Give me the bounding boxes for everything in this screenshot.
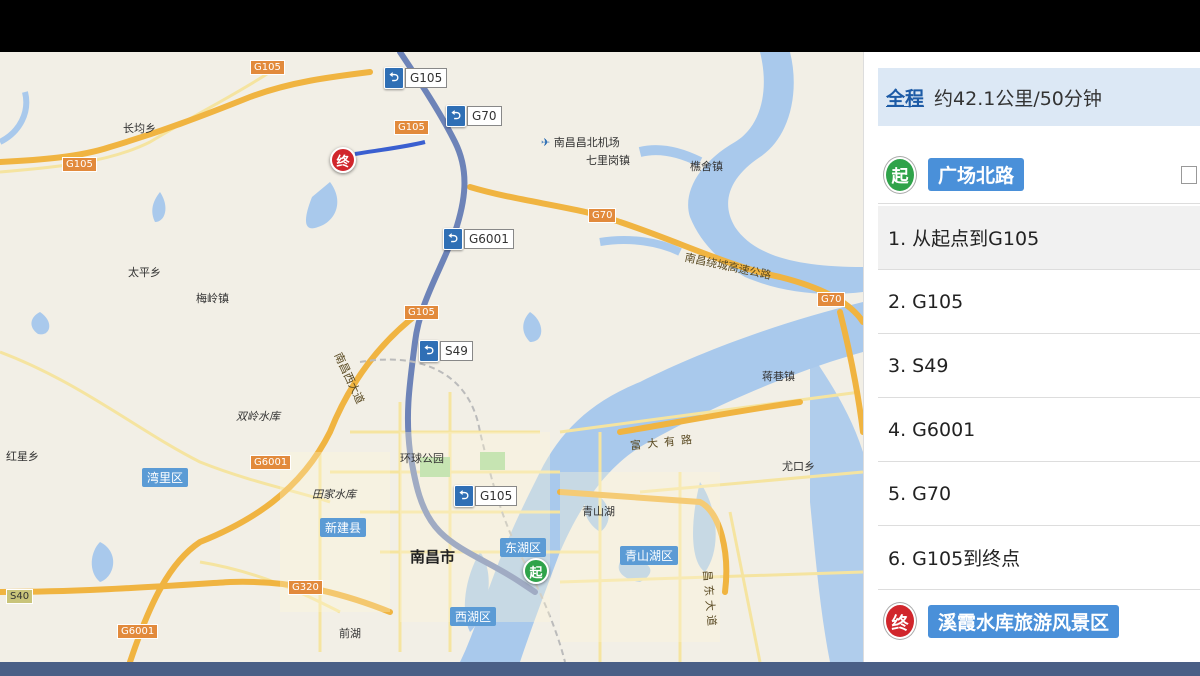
place-label: 七里岗镇 — [586, 154, 630, 167]
route-marker[interactable]: ⮌ G105 — [384, 67, 448, 89]
checkbox[interactable] — [1181, 165, 1197, 184]
airport-label: ✈ 南昌昌北机场 — [541, 134, 620, 150]
start-row[interactable]: 起 广场北路 — [878, 146, 1200, 204]
place-label: 太平乡 — [128, 266, 161, 279]
lake-label: 双岭水库 — [236, 410, 280, 423]
highway-shield: G320 — [288, 580, 323, 595]
highway-shield: G6001 — [117, 624, 159, 639]
highway-shield: G70 — [588, 208, 617, 223]
highway-shield: G6001 — [250, 455, 292, 470]
route-marker-label: G105 — [475, 486, 518, 506]
place-label: 尤口乡 — [782, 460, 815, 473]
route-marker-label: G6001 — [464, 229, 514, 249]
route-summary: 全程 约42.1公里/50分钟 — [878, 68, 1200, 126]
city-label: 南昌市 — [410, 548, 456, 566]
place-label: 梅岭镇 — [196, 292, 229, 305]
start-badge: 起 — [884, 156, 916, 193]
district-label: 新建县 — [320, 518, 367, 537]
airport-icon: ✈ — [541, 136, 554, 149]
route-step[interactable]: 4. G6001 — [878, 398, 1200, 462]
lake-label: 田家水库 — [312, 488, 356, 501]
top-black-bar — [0, 0, 1200, 52]
route-map[interactable]: 长均乡 太平乡 梅岭镇 红星乡 七里岗镇 樵舍镇 蒋巷镇 尤口乡 环球公园 青山… — [0, 52, 863, 662]
route-marker-label: G105 — [405, 68, 448, 88]
route-marker[interactable]: ⮌ G6001 — [443, 228, 514, 250]
start-marker[interactable]: 起 — [523, 558, 549, 584]
highway-shield: S40 — [6, 589, 34, 604]
airport-name: 南昌昌北机场 — [553, 136, 620, 149]
route-step[interactable]: 5. G70 — [878, 462, 1200, 526]
highway-shield: G105 — [250, 60, 285, 75]
highway-shield: G105 — [404, 305, 439, 320]
end-location[interactable]: 溪霞水库旅游风景区 — [928, 604, 1120, 638]
route-step[interactable]: 1. 从起点到G105 — [878, 206, 1200, 270]
route-marker-label: S49 — [440, 341, 473, 361]
turn-icon: ⮌ — [446, 105, 466, 127]
district-label: 西湖区 — [450, 607, 497, 626]
highway-shield: G70 — [817, 292, 846, 307]
turn-icon: ⮌ — [443, 228, 463, 250]
route-marker[interactable]: ⮌ G70 — [446, 105, 502, 127]
end-badge: 终 — [884, 603, 916, 639]
place-label: 红星乡 — [6, 450, 39, 463]
highway-shield: G105 — [62, 157, 97, 172]
start-location[interactable]: 广场北路 — [928, 158, 1025, 191]
route-end-segment — [354, 140, 426, 156]
end-marker[interactable]: 终 — [330, 147, 356, 173]
turn-icon: ⮌ — [384, 67, 404, 89]
turn-icon: ⮌ — [419, 340, 439, 362]
turn-icon: ⮌ — [454, 485, 474, 507]
district-label: 湾里区 — [142, 468, 189, 487]
highway-shield: G105 — [394, 120, 429, 135]
end-row[interactable]: 终 溪霞水库旅游风景区 — [878, 592, 1200, 650]
district-label: 东湖区 — [500, 538, 547, 557]
route-marker-label: G70 — [467, 106, 502, 126]
route-distance-time: 约42.1公里/50分钟 — [934, 87, 1102, 110]
directions-panel: 全程 约42.1公里/50分钟 起 广场北路 1. 从起点到G105 2. G1… — [863, 52, 1200, 662]
route-marker[interactable]: ⮌ S49 — [419, 340, 473, 362]
xixia-reservoir — [306, 182, 338, 229]
place-label: 樵舍镇 — [690, 160, 723, 173]
place-label: 蒋巷镇 — [762, 370, 795, 383]
place-label: 环球公园 — [400, 452, 444, 465]
bottom-bar — [0, 662, 1200, 676]
district-label: 青山湖区 — [620, 546, 679, 565]
route-marker[interactable]: ⮌ G105 — [454, 485, 518, 507]
place-label: 青山湖 — [582, 505, 615, 518]
place-label: 长均乡 — [123, 122, 156, 135]
full-route-link[interactable]: 全程 — [886, 84, 924, 111]
route-step[interactable]: 3. S49 — [878, 334, 1200, 398]
route-step[interactable]: 2. G105 — [878, 270, 1200, 334]
place-label: 前湖 — [339, 627, 361, 640]
g70-road — [467, 184, 863, 325]
route-step[interactable]: 6. G105到终点 — [878, 526, 1200, 590]
